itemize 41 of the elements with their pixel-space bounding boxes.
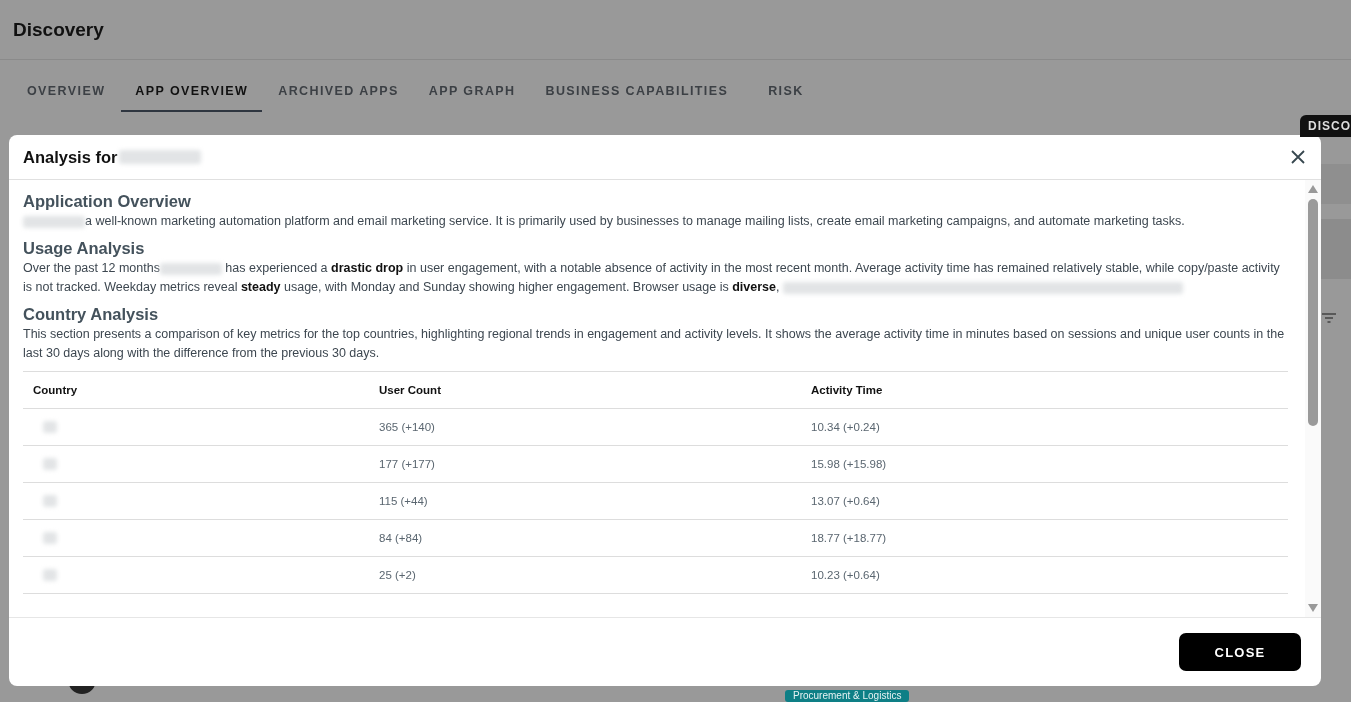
scrollbar[interactable] [1305,180,1321,617]
paragraph: This section presents a comparison of key metrics for the top countries, highlighting regional trends in engagement and activity levels. It shows the average activity time in minutes based on sessions and unique user counts in the last 30 days along with the difference from the previous 30 days. [23,326,1286,362]
table-cell: 365 (+140) [379,421,435,433]
column-header: Country [23,371,369,409]
redaction-blur [43,421,57,434]
table-cell: 10.23 (+0.64) [811,569,880,581]
scroll-down-icon[interactable] [1308,604,1318,612]
scroll-up-icon[interactable] [1308,185,1318,193]
section-heading: Usage Analysis [23,239,146,258]
redaction-blur [43,458,57,471]
category-tag: Procurement & Logistics [785,690,910,702]
dialog-title: Analysis for [23,147,202,167]
table-cell: 18.77 (+18.77) [811,532,887,544]
paragraph: a well-known marketing automation platform and email marketing service. It is primarily used by businesses to manage mailing lists, create email marketing campaigns, and automate marketing tasks. [23,212,1288,231]
redaction-blur [43,569,57,582]
scrollbar-thumb[interactable] [1308,199,1318,426]
tab[interactable]: BUSINESS CAPABILITIES [531,72,743,110]
table-cell: 115 (+44) [379,495,428,507]
close-icon[interactable] [1291,150,1305,164]
table-cell: 25 (+2) [379,569,416,581]
tab[interactable]: APP GRAPH [414,72,530,110]
close-button[interactable]: CLOSE [1179,633,1301,671]
table-cell: 15.98 (+15.98) [811,458,887,470]
column-header: User Count [369,371,801,409]
tab[interactable]: ARCHIVED APPS [264,72,413,110]
table-cell: 10.34 (+0.24) [811,421,880,433]
table-cell: 13.07 (+0.64) [811,495,880,507]
column-header: Activity Time [801,371,1288,409]
filter-icon[interactable] [1322,313,1336,323]
section-heading: Application Overview [23,192,192,211]
tab[interactable]: OVERVIEW [13,72,120,110]
section-heading: Country Analysis [23,305,160,324]
table-cell: 84 (+84) [379,532,423,544]
redaction-blur [43,532,57,545]
redaction-blur [43,495,57,508]
paragraph: Over the past 12 months has experienced a drastic drop in user engagement, with a notable absence of activity in the most recent month. Average activity time has remained relatively stable, while copy/paste activity is not tracked. Weekday metrics reveal steady usage, with Monday and Sunday showing higher engagement. Browser usage is diverse, [23,260,1281,296]
tab[interactable]: RISK [754,72,818,110]
discovery-badge: DISCO [1300,115,1351,137]
tab[interactable]: APP OVERVIEW [121,72,263,112]
page-title: Discovery [13,18,104,41]
table-cell: 177 (+177) [379,458,435,470]
